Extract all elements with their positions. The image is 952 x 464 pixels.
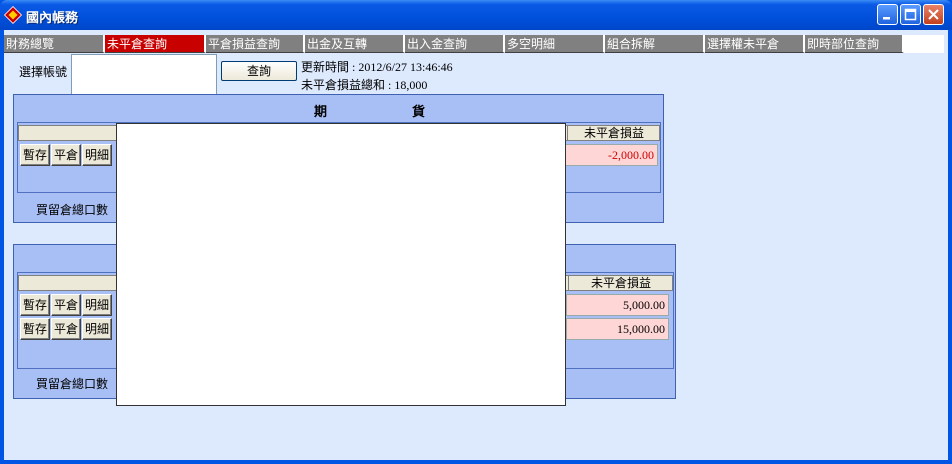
futures-row-1-hold-button[interactable]: 暫存 — [20, 144, 50, 166]
minimize-icon — [883, 17, 890, 20]
futures-row-1-pl: -2,000.00 — [565, 144, 658, 166]
total-open-pl: 未平倉損益總和 : 18,000 — [301, 78, 428, 92]
options-footer: 買留倉總口數 — [36, 377, 109, 391]
futures-row-1-detail-button[interactable]: 明細 — [82, 144, 112, 166]
window-title: 國內帳務 — [26, 11, 79, 26]
options-pl-header: 未平倉損益 — [568, 276, 673, 290]
options-row-2-hold-button[interactable]: 暫存 — [20, 318, 50, 340]
options-row-1-close-button[interactable]: 平倉 — [51, 294, 81, 316]
account-label: 選擇帳號 — [19, 65, 68, 79]
options-row-1-pl: 5,000.00 — [566, 294, 669, 316]
update-time: 更新時間 : 2012/6/27 13:46:46 — [301, 60, 453, 74]
tab-realtime-position[interactable]: 即時部位查詢 — [805, 35, 904, 53]
tab-open-position[interactable]: 未平倉查詢 — [105, 35, 206, 53]
tab-financial-overview[interactable]: 財務總覽 — [4, 35, 105, 53]
title-bar[interactable]: 國內帳務 — [0, 0, 952, 30]
window: 國內帳務 財務總覽 未平倉查詢 平倉損益查詢 出金及互轉 出入金查詢 多空明細 … — [0, 0, 952, 464]
query-button[interactable]: 查詢 — [221, 61, 297, 81]
futures-pl-header: 未平倉損益 — [567, 126, 660, 140]
futures-row-1-close-button[interactable]: 平倉 — [51, 144, 81, 166]
minimize-button[interactable] — [877, 4, 898, 25]
blank-popup — [116, 123, 566, 406]
tab-combo-split[interactable]: 組合拆解 — [605, 35, 705, 53]
futures-footer: 買留倉總口數 — [36, 203, 109, 217]
maximize-button[interactable] — [900, 4, 921, 25]
tab-closed-pl[interactable]: 平倉損益查詢 — [206, 35, 305, 53]
options-row-1-detail-button[interactable]: 明細 — [82, 294, 112, 316]
tab-withdraw-transfer[interactable]: 出金及互轉 — [305, 35, 405, 53]
tab-long-short-detail[interactable]: 多空明細 — [505, 35, 605, 53]
options-row-1-hold-button[interactable]: 暫存 — [20, 294, 50, 316]
close-button[interactable] — [923, 4, 944, 25]
app-icon — [3, 5, 23, 25]
options-row-2-detail-button[interactable]: 明細 — [82, 318, 112, 340]
tab-deposit-withdraw-query[interactable]: 出入金查詢 — [405, 35, 505, 53]
options-row-2-close-button[interactable]: 平倉 — [51, 318, 81, 340]
account-select[interactable] — [71, 54, 217, 96]
tab-bar-filler — [904, 35, 944, 53]
client-area: 財務總覽 未平倉查詢 平倉損益查詢 出金及互轉 出入金查詢 多空明細 組合拆解 … — [4, 30, 948, 460]
options-row-2-pl: 15,000.00 — [566, 318, 669, 340]
close-icon — [928, 9, 939, 20]
maximize-icon — [904, 8, 917, 21]
tab-bar: 財務總覽 未平倉查詢 平倉損益查詢 出金及互轉 出入金查詢 多空明細 組合拆解 … — [4, 35, 944, 53]
futures-panel-title: 期 貨 — [314, 105, 427, 120]
tab-option-open-position[interactable]: 選擇權未平倉 — [705, 35, 805, 53]
